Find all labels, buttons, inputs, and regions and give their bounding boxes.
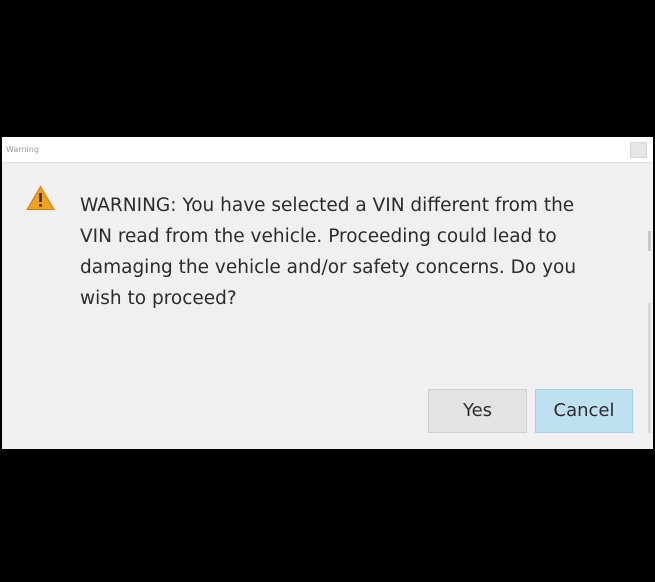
dialog-titlebar[interactable]: Warning bbox=[2, 137, 653, 163]
cancel-button[interactable]: Cancel bbox=[535, 389, 633, 433]
scrollbar-track bbox=[648, 303, 651, 433]
yes-button[interactable]: Yes bbox=[428, 389, 527, 433]
dialog-body: WARNING: You have selected a VIN differe… bbox=[2, 163, 653, 449]
warning-message: WARNING: You have selected a VIN differe… bbox=[80, 195, 577, 309]
close-icon[interactable] bbox=[630, 142, 647, 158]
video-frame: Warning WARNING: You have selected a VIN… bbox=[0, 0, 655, 582]
scrollbar-indicator bbox=[648, 231, 651, 251]
warning-dialog: Warning WARNING: You have selected a VIN… bbox=[2, 137, 653, 449]
dialog-title: Warning bbox=[6, 145, 39, 154]
warning-triangle-icon bbox=[26, 185, 55, 210]
